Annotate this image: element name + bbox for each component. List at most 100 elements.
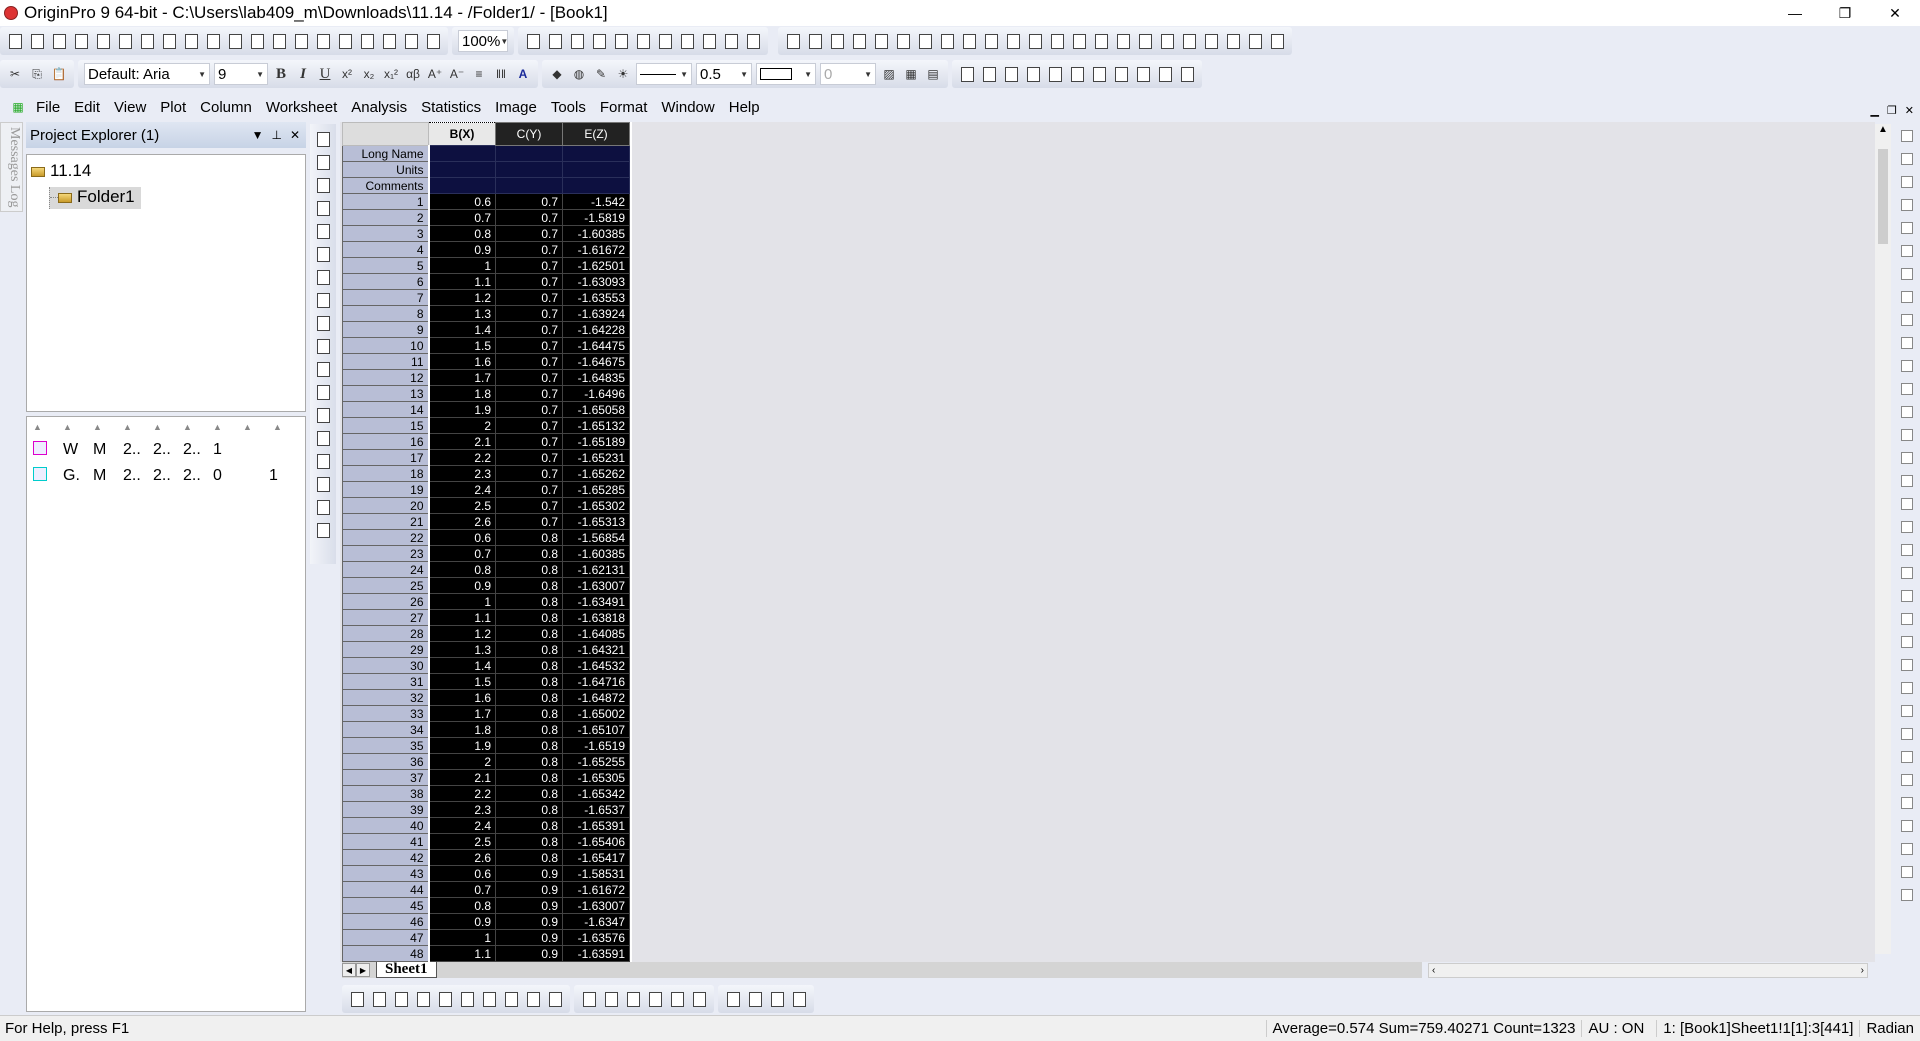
open-excel-icon[interactable] xyxy=(269,31,289,51)
last-icon[interactable] xyxy=(1267,31,1287,51)
minimize-button[interactable]: — xyxy=(1770,0,1820,26)
row-header[interactable]: 37 xyxy=(342,769,430,786)
data-cell[interactable]: -1.63924 xyxy=(562,305,630,322)
row-header[interactable]: 16 xyxy=(342,433,430,450)
label-cell[interactable] xyxy=(428,177,496,194)
data-cell[interactable]: 1.4 xyxy=(428,657,496,674)
sheet-next-icon[interactable]: ▶ xyxy=(356,963,370,977)
row-header[interactable]: 12 xyxy=(342,369,430,386)
data-cell[interactable]: 1.5 xyxy=(428,673,496,690)
data-cell[interactable]: 0.9 xyxy=(428,913,496,930)
pattern-icon[interactable]: ◍ xyxy=(569,64,589,84)
slide-show-icon[interactable] xyxy=(545,31,565,51)
data-cell[interactable]: -1.65313 xyxy=(562,513,630,530)
data-cell[interactable]: 0.7 xyxy=(495,289,563,306)
filter-icon[interactable] xyxy=(959,31,979,51)
data-cell[interactable]: -1.6519 xyxy=(562,737,630,754)
regional-data-icon[interactable] xyxy=(313,267,333,288)
row-header[interactable]: 29 xyxy=(342,641,430,658)
data-cell[interactable]: 0.7 xyxy=(428,209,496,226)
menu-plot[interactable]: Plot xyxy=(153,99,193,116)
new-project-icon[interactable] xyxy=(5,31,25,51)
matrix-plot-icon[interactable] xyxy=(689,989,709,1009)
line-tool-icon[interactable] xyxy=(313,382,333,403)
data-cell[interactable]: -1.61672 xyxy=(562,881,630,898)
data-cell[interactable]: 2.2 xyxy=(428,449,496,466)
data-cell[interactable]: 0.6 xyxy=(428,193,496,210)
data-cell[interactable]: -1.63491 xyxy=(562,593,630,610)
scroll-right-icon[interactable]: › xyxy=(1861,965,1864,976)
menu-analysis[interactable]: Analysis xyxy=(344,99,414,116)
row-header[interactable]: 48 xyxy=(342,945,430,962)
data-cell[interactable]: 0.7 xyxy=(495,385,563,402)
data-cell[interactable]: -1.65305 xyxy=(562,769,630,786)
line-style-combo[interactable]: ▼ xyxy=(636,63,692,85)
data-cell[interactable]: 2.1 xyxy=(428,433,496,450)
row-header[interactable]: 2 xyxy=(342,209,430,226)
data-cell[interactable]: 0.7 xyxy=(495,481,563,498)
row-header[interactable]: 15 xyxy=(342,417,430,434)
right-tool-16-icon[interactable] xyxy=(1897,471,1917,490)
data-cell[interactable]: 0.9 xyxy=(495,913,563,930)
new-worksheet-icon[interactable] xyxy=(49,31,69,51)
data-cell[interactable]: -1.65406 xyxy=(562,833,630,850)
data-cell[interactable]: 0.7 xyxy=(495,209,563,226)
data-cell[interactable]: -1.6347 xyxy=(562,913,630,930)
data-cell[interactable]: 0.6 xyxy=(428,865,496,882)
new-3d-icon[interactable] xyxy=(203,31,223,51)
box-plot-icon[interactable] xyxy=(457,989,477,1009)
data-cell[interactable]: 0.7 xyxy=(495,273,563,290)
data-cell[interactable]: 1.2 xyxy=(428,289,496,306)
font-color-icon[interactable]: A xyxy=(513,64,533,84)
data-cell[interactable]: -1.65391 xyxy=(562,817,630,834)
row-header[interactable]: 36 xyxy=(342,753,430,770)
data-cell[interactable]: -1.64085 xyxy=(562,625,630,642)
data-cell[interactable]: 1 xyxy=(428,257,496,274)
print-icon[interactable] xyxy=(523,31,543,51)
row-header[interactable]: 28 xyxy=(342,625,430,642)
right-tool-26-icon[interactable] xyxy=(1897,701,1917,720)
data-cell[interactable]: -1.65285 xyxy=(562,481,630,498)
right-tool-17-icon[interactable] xyxy=(1897,494,1917,513)
data-cell[interactable]: -1.65342 xyxy=(562,785,630,802)
data-cell[interactable]: -1.65302 xyxy=(562,497,630,514)
data-cell[interactable]: 0.8 xyxy=(495,657,563,674)
data-cell[interactable]: 2 xyxy=(428,417,496,434)
data-cell[interactable]: -1.56854 xyxy=(562,529,630,546)
lock-icon[interactable] xyxy=(1045,64,1065,84)
data-cell[interactable]: 2.6 xyxy=(428,513,496,530)
data-cell[interactable]: 0.7 xyxy=(495,241,563,258)
set-group-icon[interactable] xyxy=(1157,31,1177,51)
data-cell[interactable]: -1.65231 xyxy=(562,449,630,466)
row-header[interactable]: 35 xyxy=(342,737,430,754)
messages-log-tab[interactable]: Messages Log xyxy=(0,122,23,212)
bold-button[interactable]: B xyxy=(271,64,291,84)
data-cell[interactable]: 1.1 xyxy=(428,945,496,962)
right-tool-11-icon[interactable] xyxy=(1897,356,1917,375)
mdi-close-icon[interactable]: ✕ xyxy=(1905,104,1914,117)
close-button[interactable]: ✕ xyxy=(1870,0,1920,26)
line-color-icon[interactable]: ✎ xyxy=(591,64,611,84)
right-tool-14-icon[interactable] xyxy=(1897,425,1917,444)
image-plot-icon[interactable] xyxy=(667,989,687,1009)
data-cell[interactable]: -1.62131 xyxy=(562,561,630,578)
import-ascii-icon[interactable] xyxy=(335,31,355,51)
data-cell[interactable]: 0.8 xyxy=(495,817,563,834)
insert-graph-icon[interactable] xyxy=(313,474,333,495)
right-tool-25-icon[interactable] xyxy=(1897,678,1917,697)
data-cell[interactable]: 2.6 xyxy=(428,849,496,866)
row-header[interactable]: 46 xyxy=(342,913,430,930)
object-4-icon[interactable] xyxy=(1133,64,1153,84)
row-header[interactable]: 43 xyxy=(342,865,430,882)
data-cell[interactable]: 1.3 xyxy=(428,641,496,658)
menu-worksheet[interactable]: Worksheet xyxy=(259,99,344,116)
column-chart-icon[interactable] xyxy=(893,31,913,51)
sort-icon[interactable] xyxy=(827,31,847,51)
data-cell[interactable]: -1.64675 xyxy=(562,353,630,370)
data-cell[interactable]: 2.4 xyxy=(428,817,496,834)
fill-color-icon[interactable]: ◆ xyxy=(547,64,567,84)
xy-icon[interactable] xyxy=(849,31,869,51)
label-cell[interactable] xyxy=(562,177,630,194)
paste-icon[interactable]: 📋 xyxy=(49,64,69,84)
data-cell[interactable]: 0.8 xyxy=(495,561,563,578)
